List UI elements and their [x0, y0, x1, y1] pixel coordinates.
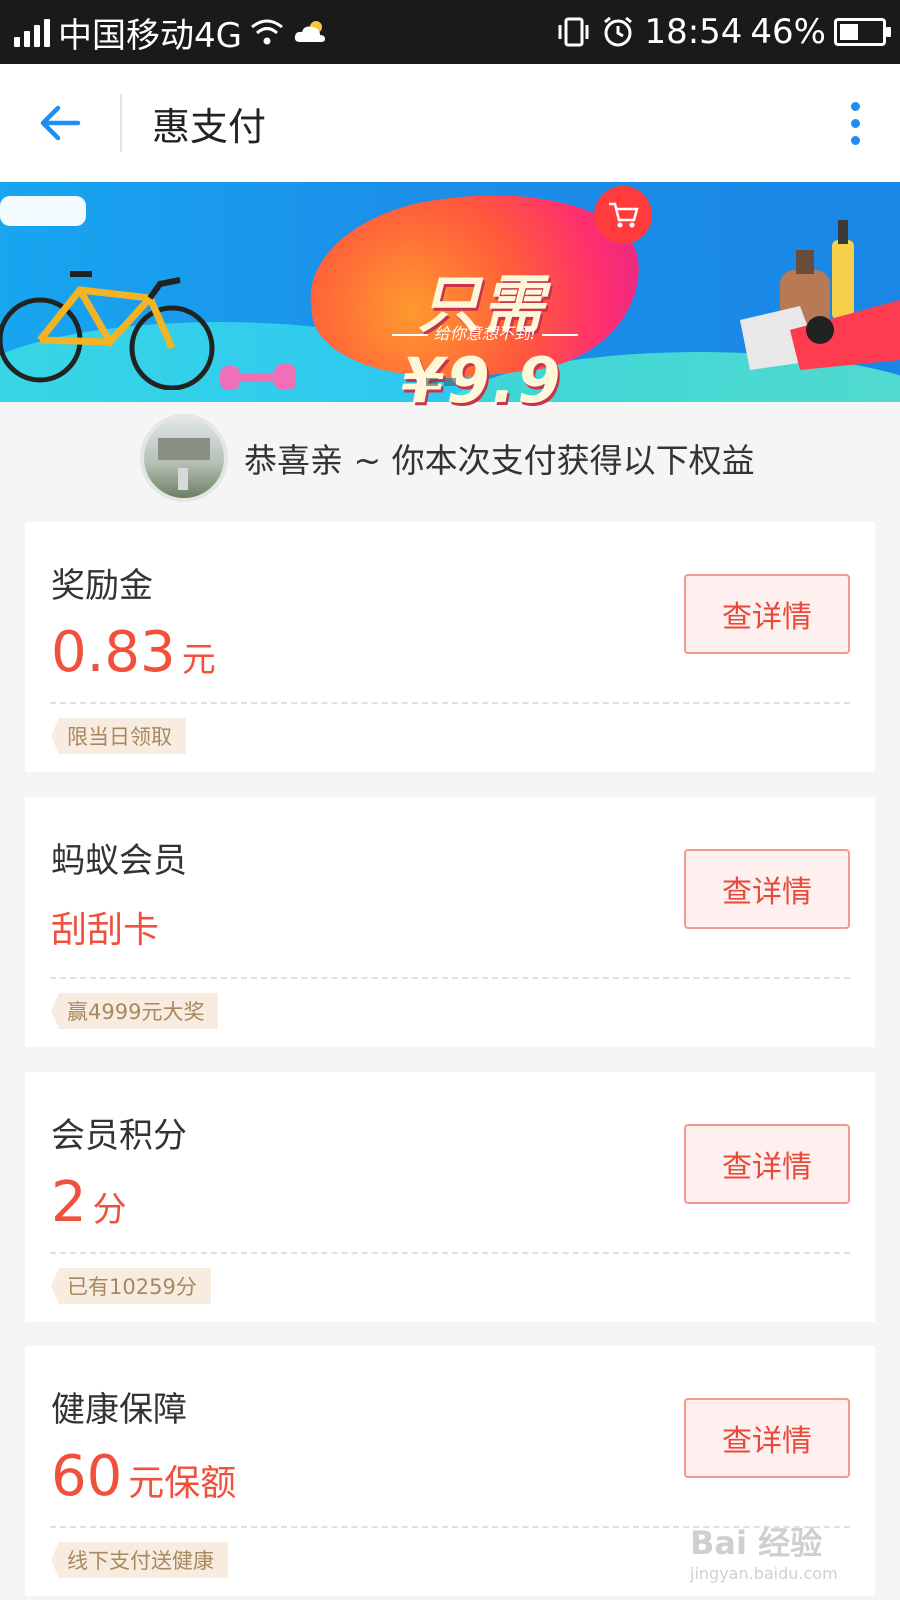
value-number: 0.83	[51, 620, 176, 685]
carrier-label: 中国移动4G	[58, 15, 242, 56]
value-text: 刮刮卡	[51, 910, 160, 951]
card-tag: 已有10259分	[51, 1268, 211, 1304]
card-value: 2分	[51, 1170, 127, 1235]
alarm-icon	[604, 16, 633, 47]
value-unit: 元	[181, 640, 216, 680]
card-tag: 赢4999元大奖	[51, 993, 219, 1029]
cart-icon	[609, 202, 639, 228]
weather-cloud-icon	[294, 21, 325, 42]
more-options-button[interactable]	[810, 64, 900, 182]
more-dot-icon	[850, 135, 860, 145]
banner-pager	[426, 378, 456, 386]
view-details-button[interactable]: 查详情	[684, 849, 850, 929]
more-dot-icon	[850, 118, 860, 128]
view-details-button[interactable]: 查详情	[684, 574, 850, 654]
status-bar: 中国移动4G 18:54 46%	[0, 0, 900, 64]
value-unit: 分	[92, 1190, 127, 1230]
points-card: 会员积分 2分 查详情 已有10259分	[25, 1072, 875, 1322]
arrow-left-icon	[40, 105, 81, 141]
card-title: 奖励金	[51, 566, 153, 606]
back-button[interactable]	[0, 64, 120, 182]
view-details-button[interactable]: 查详情	[684, 1398, 850, 1478]
dumbbell-icon	[220, 364, 296, 390]
wifi-icon	[251, 19, 283, 45]
card-value: 刮刮卡	[51, 901, 159, 953]
greeting-text: 恭喜亲 ~ 你本次支付获得以下权益	[244, 441, 755, 480]
card-tag: 限当日领取	[51, 718, 186, 754]
divider	[50, 977, 850, 979]
divider	[50, 702, 850, 704]
greeting-row: 恭喜亲 ~ 你本次支付获得以下权益	[140, 414, 755, 502]
products-icon	[740, 220, 900, 370]
card-value: 0.83 元	[51, 620, 216, 685]
cart-badge	[594, 186, 652, 244]
watermark: Bai 经验 jingyan.baidu.com	[690, 1518, 838, 1583]
watermark-brand: Bai 经验	[690, 1524, 823, 1562]
nav-divider	[120, 94, 122, 152]
watermark-url: jingyan.baidu.com	[690, 1564, 838, 1583]
card-value: 60 元保额	[51, 1444, 236, 1509]
more-dot-icon	[850, 101, 860, 111]
signal-icon	[14, 17, 50, 47]
clock-time: 18:54	[644, 12, 743, 52]
avatar	[140, 414, 228, 502]
value-unit: 元保额	[128, 1463, 237, 1504]
value-number: 2	[51, 1170, 87, 1235]
censor-mark	[0, 196, 86, 226]
divider	[50, 1252, 850, 1254]
reward-card: 奖励金 0.83 元 查详情 限当日领取	[25, 522, 875, 772]
card-title: 健康保障	[51, 1390, 187, 1430]
battery-percent: 46%	[750, 12, 826, 52]
banner-subtext: 给你意想不到!	[360, 320, 610, 344]
card-title: 会员积分	[51, 1116, 187, 1156]
page-title: 惠支付	[152, 104, 267, 149]
ant-member-card: 蚂蚁会员 刮刮卡 查详情 赢4999元大奖	[25, 797, 875, 1047]
vibrate-icon	[558, 17, 589, 47]
battery-icon	[834, 18, 891, 46]
view-details-button[interactable]: 查详情	[684, 1124, 850, 1204]
nav-bar: 惠支付	[0, 64, 900, 182]
card-title: 蚂蚁会员	[51, 841, 187, 881]
bicycle-icon	[0, 271, 215, 390]
value-number: 60	[51, 1444, 123, 1509]
card-tag: 线下支付送健康	[51, 1542, 228, 1578]
